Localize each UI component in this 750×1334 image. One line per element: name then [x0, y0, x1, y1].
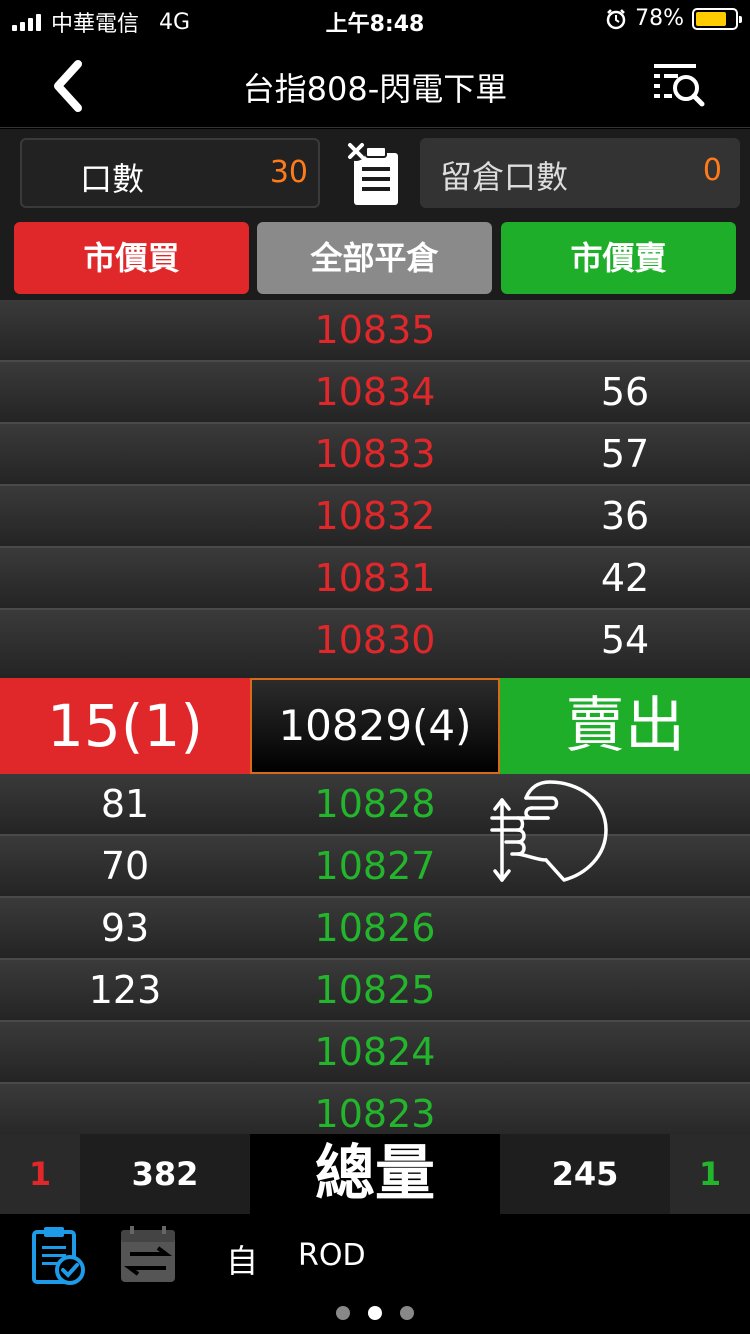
bid-quantity[interactable] — [0, 1022, 250, 1082]
bid-total: 382 — [80, 1134, 250, 1214]
bid-quantity[interactable]: 93 — [0, 898, 250, 958]
bid-price: 10825 — [314, 968, 436, 1012]
ask-quantity[interactable]: 57 — [500, 424, 750, 484]
page-title: 台指808-閃電下單 — [242, 70, 508, 108]
ask-row[interactable]: 10832 36 — [0, 486, 750, 548]
ask-row[interactable]: 10831 42 — [0, 548, 750, 610]
page-dot[interactable] — [336, 1306, 350, 1320]
ask-quantity[interactable]: 54 — [500, 610, 750, 670]
buy-button[interactable]: 15(1) — [0, 678, 250, 774]
sell-cell[interactable] — [500, 836, 750, 896]
ask-row[interactable]: 10835 — [0, 300, 750, 362]
ask-total: 245 — [500, 1134, 670, 1214]
position-quantity-label: 留倉口數 — [440, 158, 569, 196]
bid-orders-count: 1 — [0, 1134, 80, 1214]
bid-row[interactable]: 70 10827 — [0, 836, 750, 898]
ask-row[interactable]: 10833 57 — [0, 424, 750, 486]
order-type[interactable]: ROD — [298, 1238, 366, 1273]
sell-cell[interactable] — [500, 960, 750, 1020]
buy-cell[interactable] — [0, 424, 250, 484]
battery-icon — [692, 7, 742, 30]
bottom-toolbar: 自 ROD — [0, 1214, 750, 1334]
action-buttons: 市價買 全部平倉 市價賣 — [0, 217, 750, 300]
ask-quantity[interactable]: 42 — [500, 548, 750, 608]
market-buy-button[interactable]: 市價買 — [14, 222, 249, 294]
ask-orders-count: 1 — [670, 1134, 750, 1214]
clear-orders-button[interactable] — [342, 139, 404, 209]
total-volume-label: 總量 — [250, 1134, 500, 1214]
order-inputs: 口數 30 留倉口數 0 — [0, 129, 750, 217]
clipboard-clear-icon — [346, 141, 398, 205]
list-search-icon — [654, 64, 705, 107]
status-bar: 中華電信 4G 上午8:48 78% — [0, 0, 750, 40]
sell-cell[interactable] — [500, 1022, 750, 1082]
ask-quantity[interactable]: 36 — [500, 486, 750, 546]
sell-cell[interactable] — [500, 898, 750, 958]
price-ladder: 10835 10834 56 10833 57 10832 36 10831 4… — [0, 300, 750, 1146]
filter-button[interactable] — [650, 58, 710, 114]
position-quantity-field: 留倉口數 0 — [420, 138, 740, 208]
bid-price: 10828 — [314, 782, 436, 826]
quantity-value: 30 — [269, 155, 308, 190]
totals-row: 1 382 總量 245 1 — [0, 1134, 750, 1214]
position-quantity-value: 0 — [702, 153, 722, 188]
ask-price: 10830 — [314, 618, 436, 662]
buy-cell[interactable] — [0, 610, 250, 670]
day-swap-icon — [121, 1226, 175, 1282]
alarm-icon — [606, 8, 626, 29]
quantity-input[interactable]: 口數 30 — [20, 138, 320, 208]
sell-button[interactable]: 賣出 — [500, 678, 750, 774]
bid-row[interactable]: 123 10825 — [0, 960, 750, 1022]
bid-row[interactable]: 81 10828 — [0, 774, 750, 836]
ask-price: 10834 — [314, 370, 436, 414]
buy-cell[interactable] — [0, 548, 250, 608]
bid-price: 10826 — [314, 906, 436, 950]
ask-row[interactable]: 10834 56 — [0, 362, 750, 424]
buy-cell[interactable] — [0, 362, 250, 422]
buy-cell[interactable] — [0, 300, 250, 360]
battery-fill — [696, 11, 726, 26]
ask-price: 10835 — [314, 308, 436, 352]
page-dot[interactable] — [400, 1306, 414, 1320]
bid-price: 10824 — [314, 1030, 436, 1074]
ask-price: 10832 — [314, 494, 436, 538]
ask-price: 10831 — [314, 556, 436, 600]
ask-price: 10833 — [314, 432, 436, 476]
battery-percent: 78% — [635, 6, 684, 31]
status-right: 78% — [605, 6, 742, 31]
bid-quantity[interactable]: 70 — [0, 836, 250, 896]
page-dot-active[interactable] — [368, 1306, 382, 1320]
buy-cell[interactable] — [0, 486, 250, 546]
sell-cell[interactable] — [500, 774, 750, 834]
order-check-button[interactable] — [30, 1224, 86, 1286]
ask-row[interactable]: 10830 54 — [0, 610, 750, 678]
bid-quantity[interactable]: 81 — [0, 774, 250, 834]
clipboard-check-icon — [32, 1227, 85, 1285]
bid-row[interactable]: 93 10826 — [0, 898, 750, 960]
bid-row[interactable]: 10824 — [0, 1022, 750, 1084]
close-all-button[interactable]: 全部平倉 — [257, 222, 492, 294]
ask-quantity[interactable]: 56 — [500, 362, 750, 422]
bid-price: 10827 — [314, 844, 436, 888]
auto-label[interactable]: 自 — [226, 1236, 258, 1282]
market-sell-button[interactable]: 市價賣 — [501, 222, 736, 294]
bid-quantity[interactable]: 123 — [0, 960, 250, 1020]
center-row: 15(1) 10829(4) 賣出 — [0, 678, 750, 774]
page-indicator — [0, 1306, 750, 1320]
day-order-button[interactable] — [118, 1224, 180, 1286]
nav-bar: 台指808-閃電下單 — [0, 40, 750, 128]
quantity-label: 口數 — [80, 160, 145, 198]
ask-quantity[interactable] — [500, 300, 750, 360]
last-price: 10829(4) — [250, 678, 500, 774]
